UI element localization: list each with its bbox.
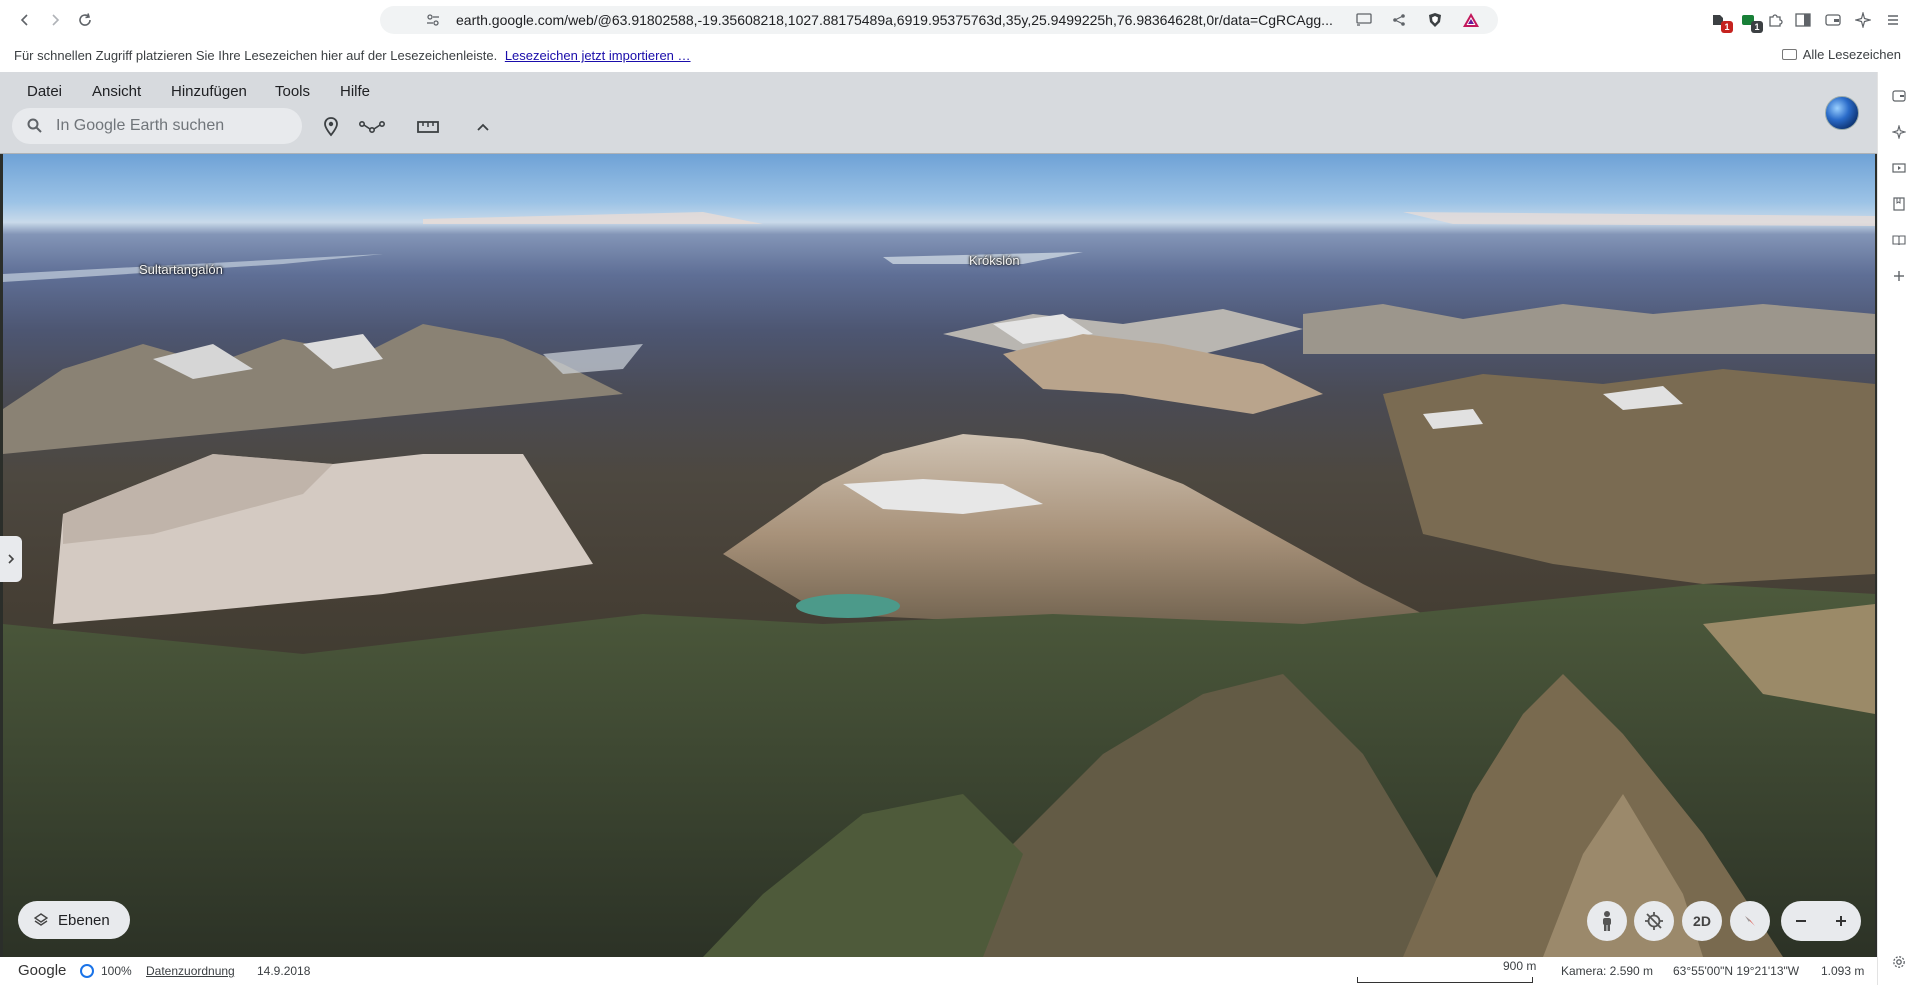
loading-percent: 100% [101, 964, 132, 978]
share-icon[interactable] [1390, 11, 1408, 29]
cast-icon[interactable] [1355, 11, 1373, 29]
view-mode-2d-button[interactable]: 2D [1682, 901, 1722, 941]
street-view-button[interactable] [1587, 901, 1627, 941]
data-attribution-link[interactable]: Datenzuordnung [146, 964, 235, 978]
menu-tools[interactable]: Tools [271, 81, 314, 102]
rail-reading-list-icon[interactable] [1889, 230, 1909, 250]
wallet-icon[interactable] [1822, 9, 1844, 31]
site-settings-icon[interactable] [424, 11, 442, 29]
browser-toolbar: earth.google.com/web/@63.91802588,-19.35… [0, 0, 1919, 40]
plus-icon [1836, 916, 1846, 926]
zoom-controls [1781, 901, 1861, 941]
address-bar[interactable]: earth.google.com/web/@63.91802588,-19.35… [380, 6, 1498, 34]
import-bookmarks-link[interactable]: Lesezeichen jetzt importieren … [505, 48, 691, 63]
menu-view[interactable]: Ansicht [88, 81, 145, 102]
earth-toolbar: Datei Ansicht Hinzufügen Tools Hilfe [0, 72, 1877, 154]
extension-badge-red: 1 [1721, 21, 1733, 33]
map-view[interactable]: Sultartangalón Krókslón [3, 154, 1875, 957]
place-label-sultartangalon[interactable]: Sultartangalón [139, 262, 223, 277]
bookmarks-hint: Für schnellen Zugriff platzieren Sie Ihr… [14, 48, 691, 63]
measure-ruler-icon[interactable] [414, 114, 442, 140]
brave-rewards-icon[interactable] [1462, 11, 1480, 29]
extension-badge-green: 1 [1751, 21, 1763, 33]
draw-path-icon[interactable] [357, 114, 387, 140]
google-logo: Google [18, 962, 67, 979]
minus-icon [1796, 920, 1806, 922]
collapse-toolbar-icon[interactable] [470, 114, 496, 140]
reload-icon[interactable] [74, 9, 96, 31]
zoom-in-button[interactable] [1834, 908, 1848, 934]
menu-help[interactable]: Hilfe [336, 81, 374, 102]
rail-media-icon[interactable] [1889, 158, 1909, 178]
cursor-coordinates: 63°55'00"N 19°21'13"W [1673, 964, 1800, 978]
layers-label: Ebenen [58, 911, 110, 929]
zoom-out-button[interactable] [1794, 908, 1808, 934]
compass-icon [1745, 916, 1755, 926]
add-placemark-icon[interactable] [318, 114, 344, 140]
imagery-date: 14.9.2018 [257, 964, 311, 978]
bookmarks-bar: Für schnellen Zugriff platzieren Sie Ihr… [0, 40, 1919, 70]
expand-panel-button[interactable] [0, 536, 22, 582]
rail-add-icon[interactable] [1889, 266, 1909, 286]
earth-status-bar: Google 100% Datenzuordnung 14.9.2018 900… [0, 957, 1877, 985]
terrain-imagery [3, 212, 1875, 957]
place-label-krokslon[interactable]: Krókslón [969, 253, 1020, 268]
browser-menu-icon[interactable] [1882, 9, 1904, 31]
compass-button[interactable] [1730, 901, 1770, 941]
rail-leo-icon[interactable] [1889, 122, 1909, 142]
browser-sidebar-rail [1877, 72, 1919, 985]
location-off-icon [1645, 912, 1663, 930]
search-icon [27, 118, 42, 133]
layers-button[interactable]: Ebenen [18, 901, 130, 939]
all-bookmarks-label: Alle Lesezeichen [1802, 47, 1901, 62]
location-disabled-button[interactable] [1634, 901, 1674, 941]
google-earth-app: Datei Ansicht Hinzufügen Tools Hilfe In … [0, 72, 1877, 985]
forward-icon[interactable] [44, 9, 66, 31]
search-box[interactable] [12, 108, 302, 144]
extension-red-icon[interactable]: 1 [1707, 9, 1733, 33]
bookmarks-hint-text: Für schnellen Zugriff platzieren Sie Ihr… [14, 48, 498, 63]
account-avatar[interactable] [1825, 96, 1859, 130]
menu-file[interactable]: Datei [23, 81, 66, 102]
chevron-right-icon [8, 554, 15, 564]
search-input[interactable] [56, 115, 291, 137]
rail-wallet-icon[interactable] [1889, 86, 1909, 106]
scale-bar [1357, 977, 1533, 983]
leo-ai-icon[interactable] [1852, 9, 1874, 31]
extensions-puzzle-icon[interactable] [1764, 9, 1786, 31]
scale-label: 900 m [1503, 959, 1537, 973]
rail-bookmarks-icon[interactable] [1889, 194, 1909, 214]
menu-add[interactable]: Hinzufügen [167, 81, 251, 102]
layers-icon [34, 913, 48, 926]
all-bookmarks-button[interactable]: Alle Lesezeichen [1781, 47, 1901, 62]
extension-green-icon[interactable]: 1 [1737, 9, 1763, 33]
camera-altitude: Kamera: 2.590 m [1561, 964, 1654, 978]
url-text[interactable]: earth.google.com/web/@63.91802588,-19.35… [456, 12, 1346, 28]
pegman-icon [1603, 911, 1611, 931]
cursor-elevation: 1.093 m [1821, 964, 1865, 978]
folder-icon [1781, 49, 1797, 60]
back-icon[interactable] [14, 9, 36, 31]
loading-indicator-icon [80, 964, 94, 978]
brave-shield-icon[interactable] [1426, 11, 1444, 29]
sidebar-toggle-icon[interactable] [1792, 9, 1814, 31]
rail-settings-icon[interactable] [1889, 952, 1909, 972]
